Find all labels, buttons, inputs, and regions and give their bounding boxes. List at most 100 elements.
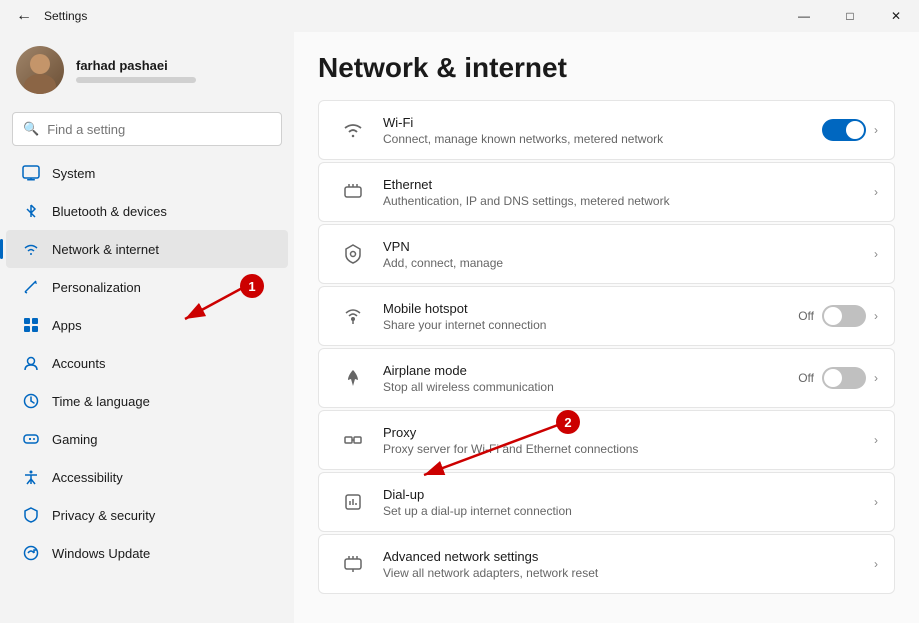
- proxy-desc: Proxy server for Wi-Fi and Ethernet conn…: [383, 442, 874, 456]
- user-name: farhad pashaei: [76, 58, 196, 73]
- dialup-right: ›: [874, 495, 878, 509]
- accounts-label: Accounts: [52, 356, 105, 371]
- airplane-toggle[interactable]: [822, 367, 866, 389]
- nav-item-apps[interactable]: Apps: [6, 306, 288, 344]
- system-label: System: [52, 166, 95, 181]
- ethernet-content: Ethernet Authentication, IP and DNS sett…: [383, 177, 874, 208]
- advanced-chevron: ›: [874, 557, 878, 571]
- avatar: [16, 46, 64, 94]
- network-icon: [22, 240, 40, 258]
- titlebar-left: ← Settings: [12, 7, 87, 25]
- settings-list: Wi-Fi Connect, manage known networks, me…: [318, 100, 895, 594]
- nav-item-accessibility[interactable]: Accessibility: [6, 458, 288, 496]
- wifi-chevron: ›: [874, 123, 878, 137]
- settings-item-hotspot[interactable]: Mobile hotspot Share your internet conne…: [318, 286, 895, 346]
- advanced-right: ›: [874, 557, 878, 571]
- airplane-chevron: ›: [874, 371, 878, 385]
- accessibility-label: Accessibility: [52, 470, 123, 485]
- close-button[interactable]: ✕: [873, 0, 919, 32]
- nav-item-windows-update[interactable]: Windows Update: [6, 534, 288, 572]
- settings-item-vpn[interactable]: VPN Add, connect, manage ›: [318, 224, 895, 284]
- nav-item-system[interactable]: System: [6, 154, 288, 192]
- proxy-icon: [335, 422, 371, 458]
- search-box[interactable]: 🔍: [12, 112, 282, 146]
- personalization-label: Personalization: [52, 280, 141, 295]
- nav-item-network[interactable]: Network & internet: [6, 230, 288, 268]
- hotspot-content: Mobile hotspot Share your internet conne…: [383, 301, 798, 332]
- hotspot-right: Off ›: [798, 305, 878, 327]
- settings-item-airplane[interactable]: Airplane mode Stop all wireless communic…: [318, 348, 895, 408]
- nav-item-accounts[interactable]: Accounts: [6, 344, 288, 382]
- gaming-icon: [22, 430, 40, 448]
- back-button[interactable]: ←: [12, 7, 36, 25]
- bluetooth-icon: [22, 202, 40, 220]
- apps-icon: [22, 316, 40, 334]
- search-input[interactable]: [47, 122, 271, 137]
- airplane-right: Off ›: [798, 367, 878, 389]
- proxy-content: Proxy Proxy server for Wi-Fi and Etherne…: [383, 425, 874, 456]
- advanced-content: Advanced network settings View all netwo…: [383, 549, 874, 580]
- dialup-content: Dial-up Set up a dial-up internet connec…: [383, 487, 874, 518]
- wifi-title: Wi-Fi: [383, 115, 822, 130]
- user-section[interactable]: farhad pashaei: [0, 32, 294, 108]
- vpn-desc: Add, connect, manage: [383, 256, 874, 270]
- nav-item-privacy[interactable]: Privacy & security: [6, 496, 288, 534]
- network-label: Network & internet: [52, 242, 159, 257]
- windows-update-label: Windows Update: [52, 546, 150, 561]
- proxy-title: Proxy: [383, 425, 874, 440]
- search-icon: 🔍: [23, 121, 39, 137]
- wifi-desc: Connect, manage known networks, metered …: [383, 132, 822, 146]
- settings-item-wifi[interactable]: Wi-Fi Connect, manage known networks, me…: [318, 100, 895, 160]
- hotspot-toggle-thumb: [824, 307, 842, 325]
- titlebar-title: Settings: [44, 9, 87, 23]
- vpn-right: ›: [874, 247, 878, 261]
- main-content: Network & internet Wi-Fi Connect, manage…: [294, 32, 919, 623]
- avatar-svg: [16, 46, 64, 94]
- advanced-title: Advanced network settings: [383, 549, 874, 564]
- settings-item-proxy[interactable]: Proxy Proxy server for Wi-Fi and Etherne…: [318, 410, 895, 470]
- proxy-chevron: ›: [874, 433, 878, 447]
- privacy-label: Privacy & security: [52, 508, 155, 523]
- airplane-icon: [335, 360, 371, 396]
- annotation-2-circle: 2: [556, 410, 580, 434]
- sidebar: farhad pashaei 🔍 System Bluetooth & devi…: [0, 32, 294, 623]
- settings-item-advanced[interactable]: Advanced network settings View all netwo…: [318, 534, 895, 594]
- dialup-icon: [335, 484, 371, 520]
- gaming-label: Gaming: [52, 432, 98, 447]
- avatar-image: [16, 46, 64, 94]
- maximize-button[interactable]: □: [827, 0, 873, 32]
- accessibility-icon: [22, 468, 40, 486]
- wifi-icon: [335, 112, 371, 148]
- hotspot-desc: Share your internet connection: [383, 318, 798, 332]
- vpn-icon: [335, 236, 371, 272]
- vpn-title: VPN: [383, 239, 874, 254]
- nav-item-bluetooth[interactable]: Bluetooth & devices: [6, 192, 288, 230]
- hotspot-toggle-label: Off: [798, 309, 814, 323]
- dialup-desc: Set up a dial-up internet connection: [383, 504, 874, 518]
- user-bar: [76, 77, 196, 83]
- wifi-toggle[interactable]: [822, 119, 866, 141]
- settings-item-dialup[interactable]: Dial-up Set up a dial-up internet connec…: [318, 472, 895, 532]
- titlebar-controls: — □ ✕: [781, 0, 919, 32]
- advanced-desc: View all network adapters, network reset: [383, 566, 874, 580]
- nav-item-time[interactable]: Time & language: [6, 382, 288, 420]
- titlebar: ← Settings — □ ✕: [0, 0, 919, 32]
- bluetooth-label: Bluetooth & devices: [52, 204, 167, 219]
- advanced-icon: [335, 546, 371, 582]
- privacy-icon: [22, 506, 40, 524]
- vpn-content: VPN Add, connect, manage: [383, 239, 874, 270]
- wifi-right: ›: [822, 119, 878, 141]
- apps-label: Apps: [52, 318, 82, 333]
- nav-item-gaming[interactable]: Gaming: [6, 420, 288, 458]
- hotspot-chevron: ›: [874, 309, 878, 323]
- settings-item-ethernet[interactable]: Ethernet Authentication, IP and DNS sett…: [318, 162, 895, 222]
- hotspot-toggle[interactable]: [822, 305, 866, 327]
- hotspot-icon: [335, 298, 371, 334]
- dialup-title: Dial-up: [383, 487, 874, 502]
- app-body: farhad pashaei 🔍 System Bluetooth & devi…: [0, 32, 919, 623]
- system-icon: [22, 164, 40, 182]
- proxy-right: ›: [874, 433, 878, 447]
- airplane-title: Airplane mode: [383, 363, 798, 378]
- page-title: Network & internet: [318, 52, 895, 84]
- minimize-button[interactable]: —: [781, 0, 827, 32]
